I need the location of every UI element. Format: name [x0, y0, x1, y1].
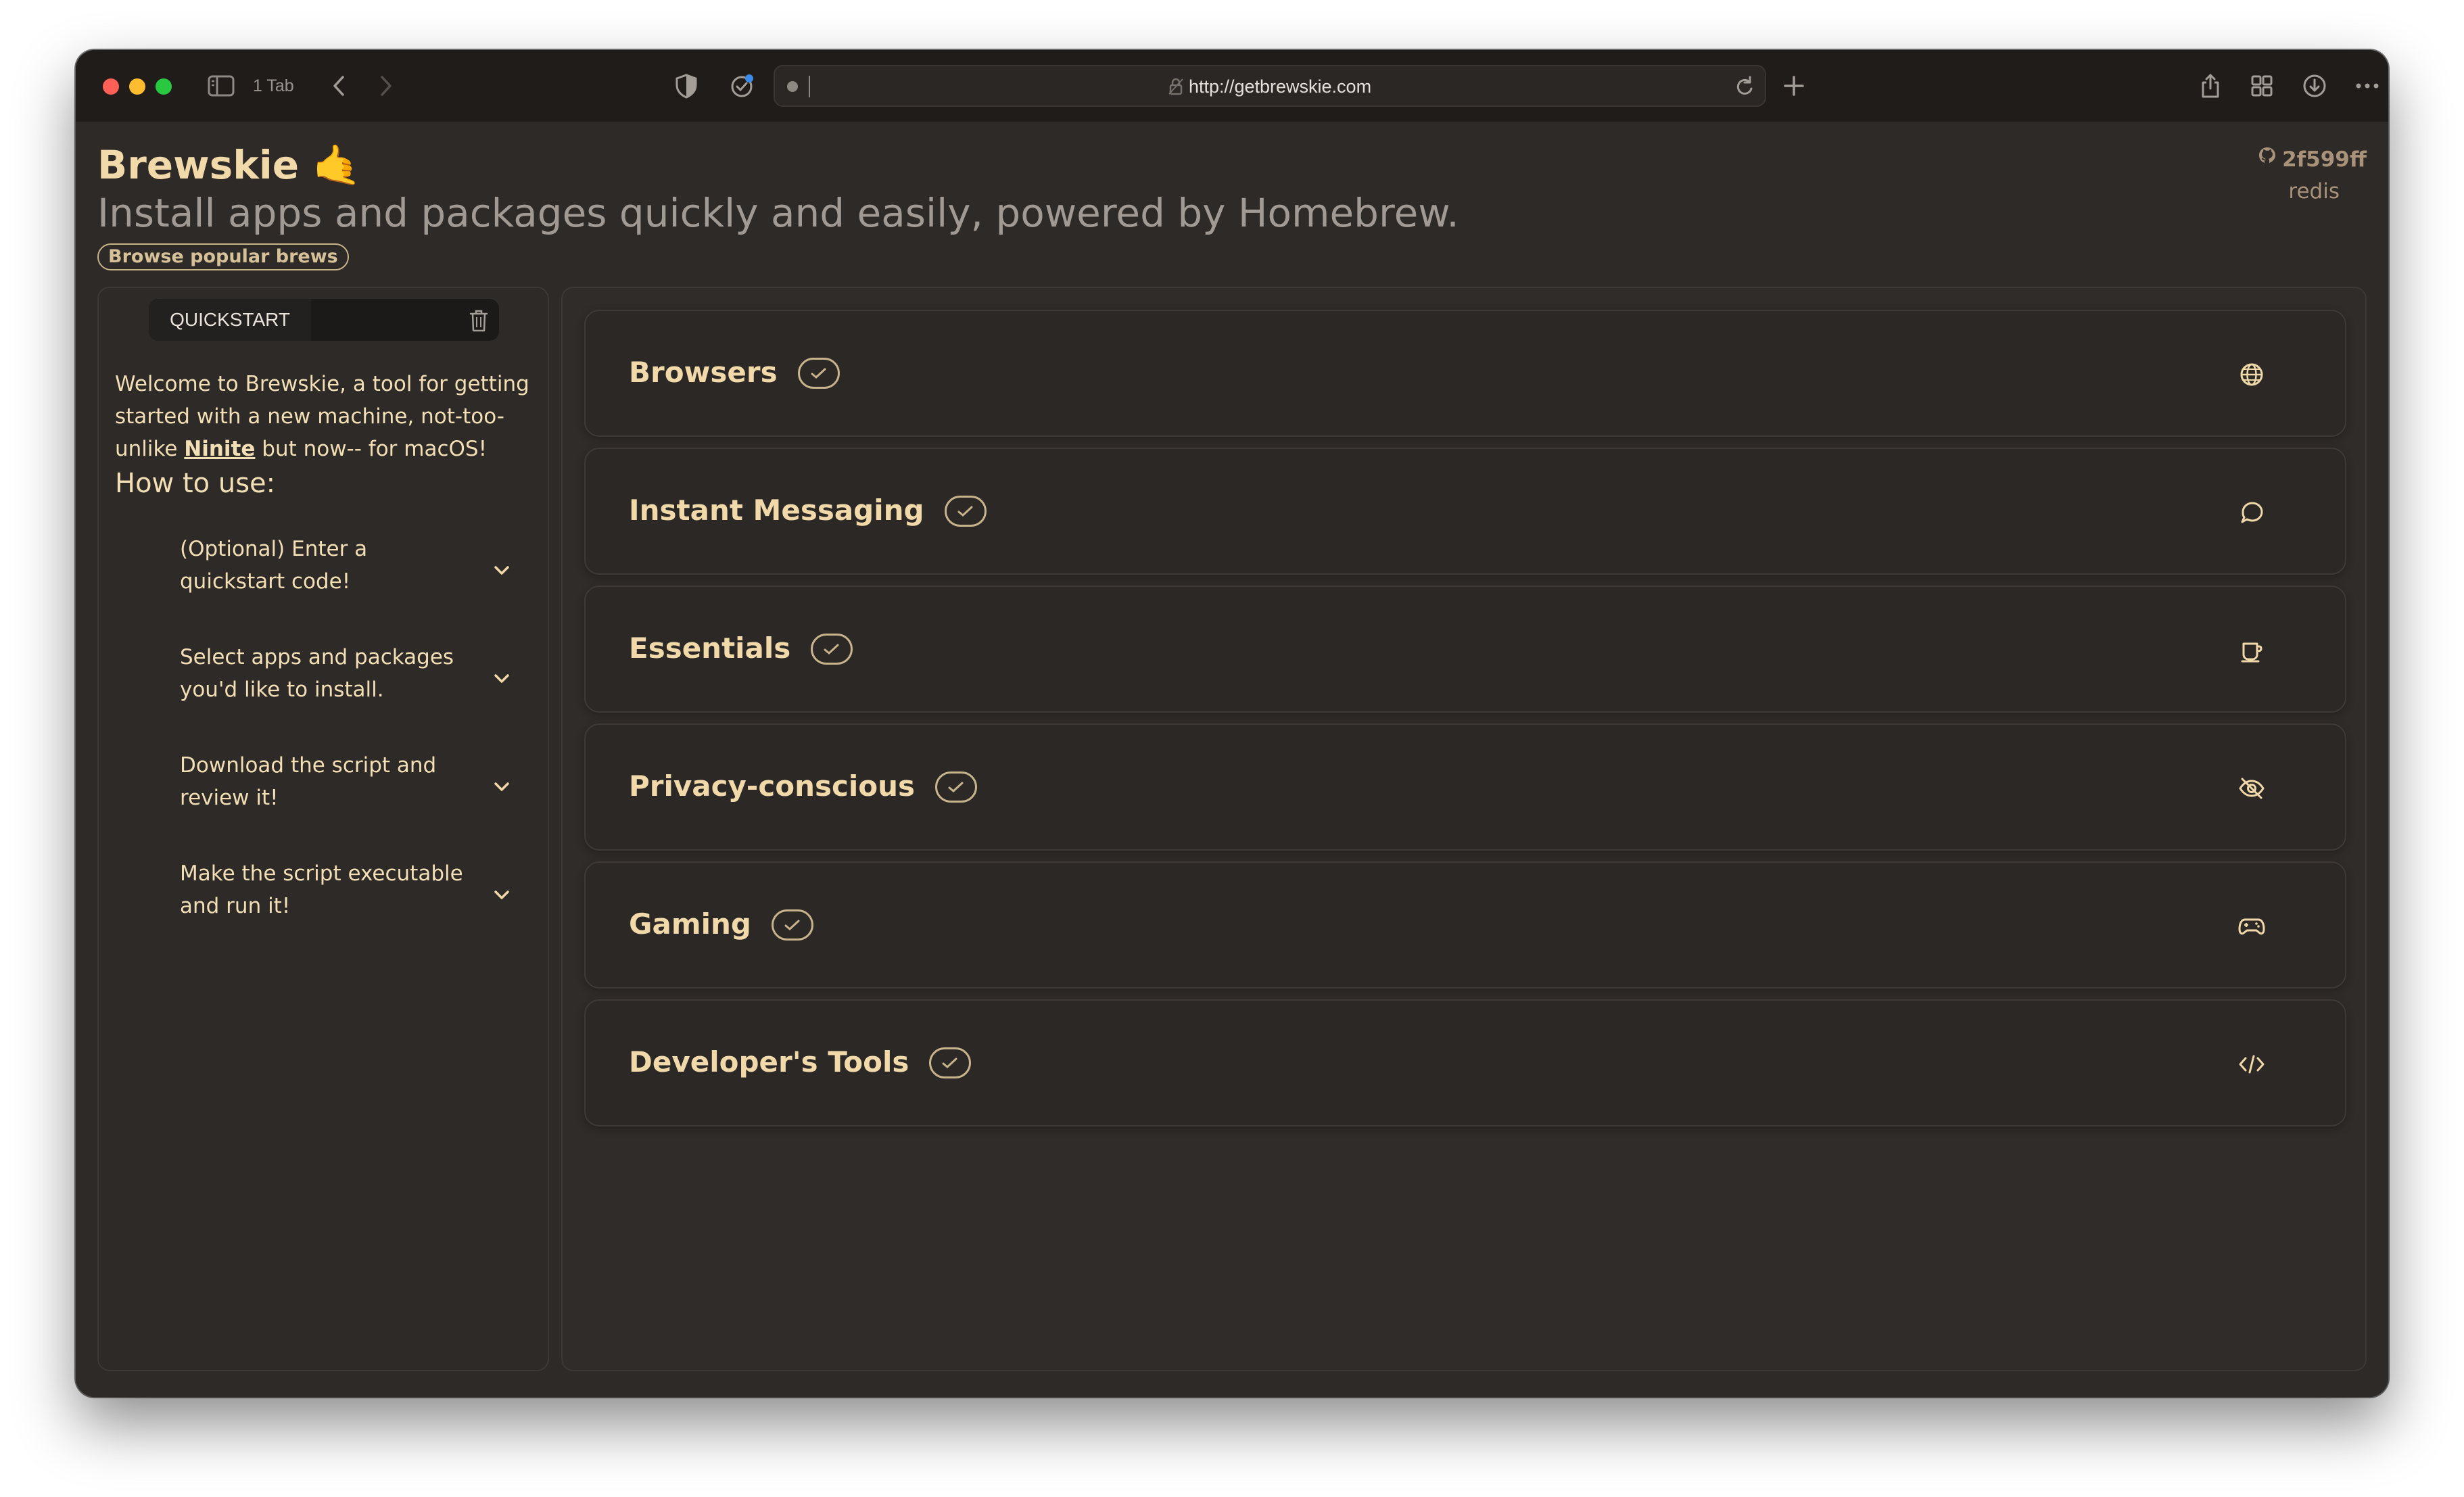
forward-icon[interactable]: [371, 70, 402, 101]
quickstart-bar: QUICKSTART: [149, 299, 499, 341]
category-name: Privacy-conscious: [629, 769, 916, 803]
category-name: Browsers: [629, 356, 778, 389]
categories-panel: Browsers Instant Messaging Essentials Pr…: [561, 287, 2367, 1371]
browse-popular-brews-button[interactable]: Browse popular brews: [97, 243, 349, 270]
step-download-script[interactable]: Download the script and review it!: [180, 749, 531, 814]
category-name: Essentials: [629, 632, 791, 665]
chevron-down-icon[interactable]: [494, 661, 510, 694]
new-tab-icon[interactable]: [1778, 70, 1809, 101]
step-enter-code[interactable]: (Optional) Enter a quickstart code!: [180, 533, 531, 598]
minimize-window-button[interactable]: [129, 78, 145, 95]
step-label: Select apps and packages you'd like to i…: [180, 645, 454, 702]
step-label: Make the script executable and run it!: [180, 861, 463, 918]
select-all-check-icon[interactable]: [935, 771, 978, 803]
branch-name: redis: [2288, 179, 2340, 204]
page-content: Brewskie 🤙 Install apps and packages qui…: [76, 122, 2388, 1397]
select-all-check-icon[interactable]: [771, 909, 813, 941]
chevron-down-icon[interactable]: [494, 553, 510, 586]
welcome-text: Welcome to Brewskie, a tool for getting …: [115, 368, 540, 465]
welcome-suffix: but now-- for macOS!: [255, 437, 488, 461]
category-developers-tools[interactable]: Developer's Tools: [584, 999, 2346, 1126]
chat-bubble-icon: [2238, 499, 2265, 526]
step-run-script[interactable]: Make the script executable and run it!: [180, 857, 531, 922]
commit-hash: 2f599ff: [2282, 147, 2367, 172]
window-controls: [103, 78, 172, 95]
repo-info[interactable]: 2f599ff redis: [2258, 146, 2367, 204]
eye-slash-icon: [2238, 775, 2265, 802]
browser-toolbar: 1 Tab http://getbrewskie.com: [76, 50, 2388, 122]
gamepad-icon: [2238, 913, 2265, 940]
address-bar[interactable]: http://getbrewskie.com: [774, 65, 1766, 107]
url-field[interactable]: http://getbrewskie.com: [775, 76, 1765, 100]
share-icon[interactable]: [2195, 70, 2226, 101]
how-to-use-heading: How to use:: [115, 468, 276, 499]
step-select-apps[interactable]: Select apps and packages you'd like to i…: [180, 641, 531, 706]
code-icon: [2238, 1051, 2265, 1078]
chevron-down-icon[interactable]: [494, 878, 510, 910]
category-privacy-conscious[interactable]: Privacy-conscious: [584, 723, 2346, 851]
category-gaming[interactable]: Gaming: [584, 861, 2346, 989]
select-all-check-icon[interactable]: [929, 1047, 972, 1078]
coffee-cup-icon: [2238, 637, 2265, 664]
category-name: Instant Messaging: [629, 494, 924, 527]
select-all-check-icon[interactable]: [797, 358, 840, 389]
ninite-link[interactable]: Ninite: [184, 437, 255, 461]
app-title: Brewskie 🤙: [97, 142, 362, 188]
select-all-check-icon[interactable]: [944, 496, 987, 527]
chevron-down-icon[interactable]: [494, 769, 510, 802]
more-options-icon[interactable]: [2352, 70, 2383, 101]
sidebar-toggle-icon[interactable]: [206, 70, 237, 101]
category-essentials[interactable]: Essentials: [584, 586, 2346, 713]
step-label: Download the script and review it!: [180, 753, 437, 810]
category-browsers[interactable]: Browsers: [584, 310, 2346, 437]
close-window-button[interactable]: [103, 78, 119, 95]
step-label: (Optional) Enter a quickstart code!: [180, 537, 368, 594]
reload-icon[interactable]: [1735, 76, 1755, 100]
zoom-window-button[interactable]: [156, 78, 172, 95]
downloads-icon[interactable]: [2299, 70, 2330, 101]
quickstart-label: QUICKSTART: [149, 299, 311, 341]
back-icon[interactable]: [323, 70, 354, 101]
quickstart-code-input[interactable]: [311, 299, 446, 341]
globe-icon: [2238, 361, 2265, 388]
url-text: http://getbrewskie.com: [1188, 76, 1372, 97]
clear-quickstart-icon[interactable]: [465, 307, 492, 334]
category-name: Gaming: [629, 907, 751, 941]
github-icon: [2258, 146, 2277, 173]
tab-count[interactable]: 1 Tab: [253, 74, 294, 97]
tab-overview-icon[interactable]: [2246, 70, 2277, 101]
quickstart-panel: QUICKSTART Welcome to Brewskie, a tool f…: [97, 287, 549, 1371]
select-all-check-icon[interactable]: [811, 634, 853, 665]
app-tagline: Install apps and packages quickly and ea…: [97, 190, 1459, 236]
privacy-shield-icon[interactable]: [671, 70, 702, 101]
extension-icon[interactable]: [726, 70, 757, 101]
browser-window: 1 Tab http://getbrewskie.com Brewskie 🤙 …: [76, 50, 2388, 1397]
not-secure-icon: [1168, 78, 1183, 100]
category-name: Developer's Tools: [629, 1045, 909, 1078]
category-instant-messaging[interactable]: Instant Messaging: [584, 448, 2346, 575]
